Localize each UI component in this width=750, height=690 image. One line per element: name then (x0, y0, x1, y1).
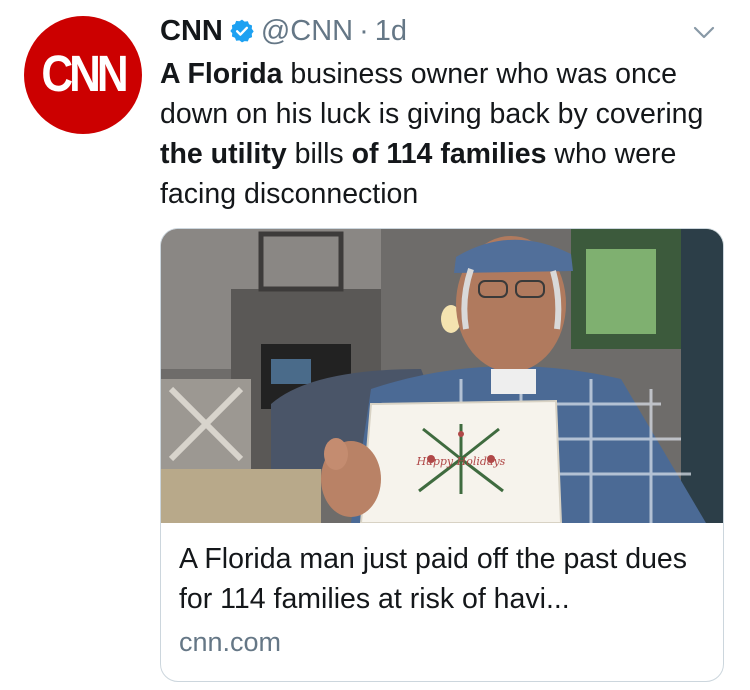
chevron-down-icon[interactable] (690, 18, 718, 46)
tweet-text-part: of 114 families (351, 138, 547, 170)
card-domain[interactable]: cnn.com (179, 627, 281, 658)
timestamp[interactable]: 1d (375, 15, 407, 48)
article-photo: Happy Holidays (161, 229, 723, 523)
card-photo-greeting: Happy Holidays (416, 455, 506, 468)
author-handle[interactable]: @CNN (261, 15, 353, 48)
avatar[interactable]: CNN (24, 16, 142, 134)
verified-badge-icon (230, 19, 254, 43)
cnn-logo: CNN (41, 46, 128, 103)
card-title[interactable]: A Florida man just paid off the past due… (179, 539, 709, 619)
tweet-header: CNN @CNN · 1d (160, 12, 730, 50)
tweet-text: A Florida business owner who was once do… (160, 54, 730, 214)
separator: · (359, 14, 369, 47)
tweet-text-part: the utility (160, 138, 287, 170)
tweet-text-part: A Florida (160, 58, 283, 90)
tweet-text-part: bills (286, 138, 352, 170)
author-name[interactable]: CNN (160, 15, 223, 48)
link-card[interactable]: Happy Holidays A Florida man just paid o… (160, 228, 724, 682)
